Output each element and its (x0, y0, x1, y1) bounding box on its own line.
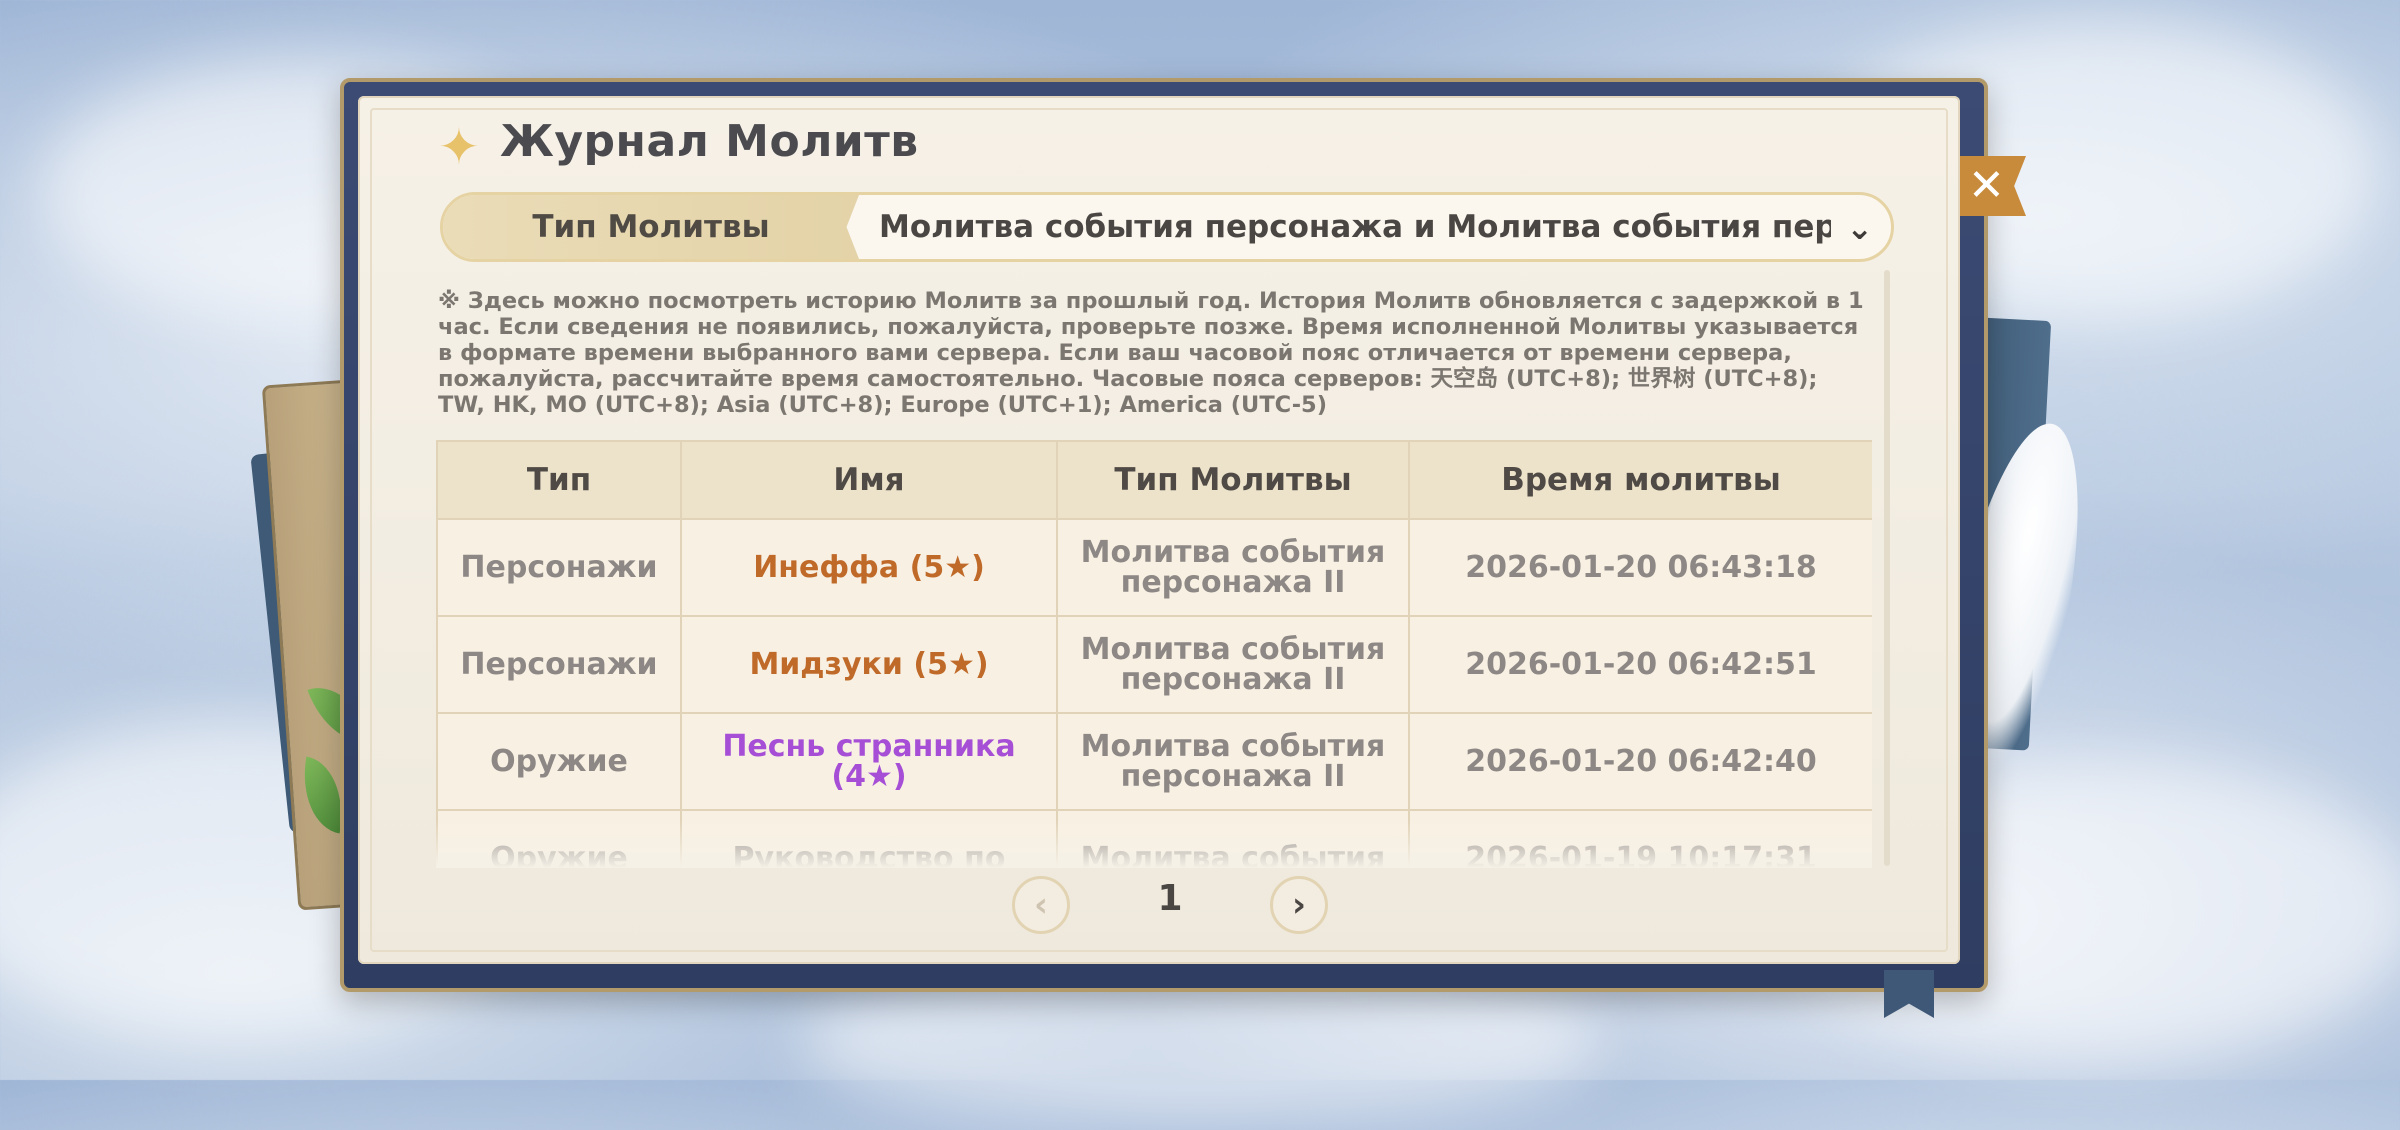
page-title: Журнал Молитв (500, 116, 919, 167)
cell-type: Персонажи (436, 615, 682, 714)
cell-type: Оружие (436, 712, 682, 811)
history-notice: ※ Здесь можно посмотреть историю Молитв … (438, 288, 1864, 418)
cell-wish-type: Молитва события персонажа II (1056, 615, 1410, 714)
wish-history-table: Тип Имя Тип Молитвы Время молитвы Персон… (436, 440, 1872, 868)
cell-time: 2026-01-20 06:42:51 (1408, 615, 1872, 714)
column-header-time: Время молитвы (1408, 440, 1872, 520)
close-icon: ✕ (1968, 160, 2005, 211)
wish-type-selector[interactable]: Тип Молитвы Молитва события персонажа и … (440, 192, 1894, 262)
cell-type: Персонажи (436, 518, 682, 617)
column-header-name: Имя (680, 440, 1058, 520)
scrollbar[interactable] (1884, 270, 1890, 866)
cell-wish-type: Молитва события персонажа II (1056, 518, 1410, 617)
chevron-right-icon: › (1291, 885, 1306, 925)
cell-name: Инеффа (5★) (680, 518, 1058, 617)
sparkle-icon: ✦ (438, 118, 480, 176)
prev-page-button[interactable]: ‹ (1012, 876, 1070, 934)
table-fade-overlay (436, 820, 1872, 868)
cell-name: Мидзуки (5★) (680, 615, 1058, 714)
page-number: 1 (1157, 878, 1183, 919)
cell-name: Песнь странника (4★) (680, 712, 1058, 811)
wish-type-value[interactable]: Молитва события персонажа и Молитва собы… (879, 195, 1831, 259)
table-row: Оружие Песнь странника (4★) Молитва собы… (436, 712, 1872, 811)
wish-history-table-container: Тип Имя Тип Молитвы Время молитвы Персон… (436, 440, 1872, 868)
table-header-row: Тип Имя Тип Молитвы Время молитвы (436, 440, 1872, 520)
cell-wish-type: Молитва события персонажа II (1056, 712, 1410, 811)
cell-time: 2026-01-20 06:42:40 (1408, 712, 1872, 811)
next-page-button[interactable]: › (1270, 876, 1328, 934)
column-header-type: Тип (436, 440, 682, 520)
table-row: Персонажи Инеффа (5★) Молитва события пе… (436, 518, 1872, 617)
wish-type-label: Тип Молитвы (443, 195, 859, 259)
cell-time: 2026-01-20 06:43:18 (1408, 518, 1872, 617)
table-row: Персонажи Мидзуки (5★) Молитва события п… (436, 615, 1872, 714)
chevron-left-icon: ‹ (1033, 885, 1048, 925)
column-header-wish-type: Тип Молитвы (1056, 440, 1410, 520)
chevron-down-icon[interactable]: ⌄ (1846, 209, 1873, 247)
